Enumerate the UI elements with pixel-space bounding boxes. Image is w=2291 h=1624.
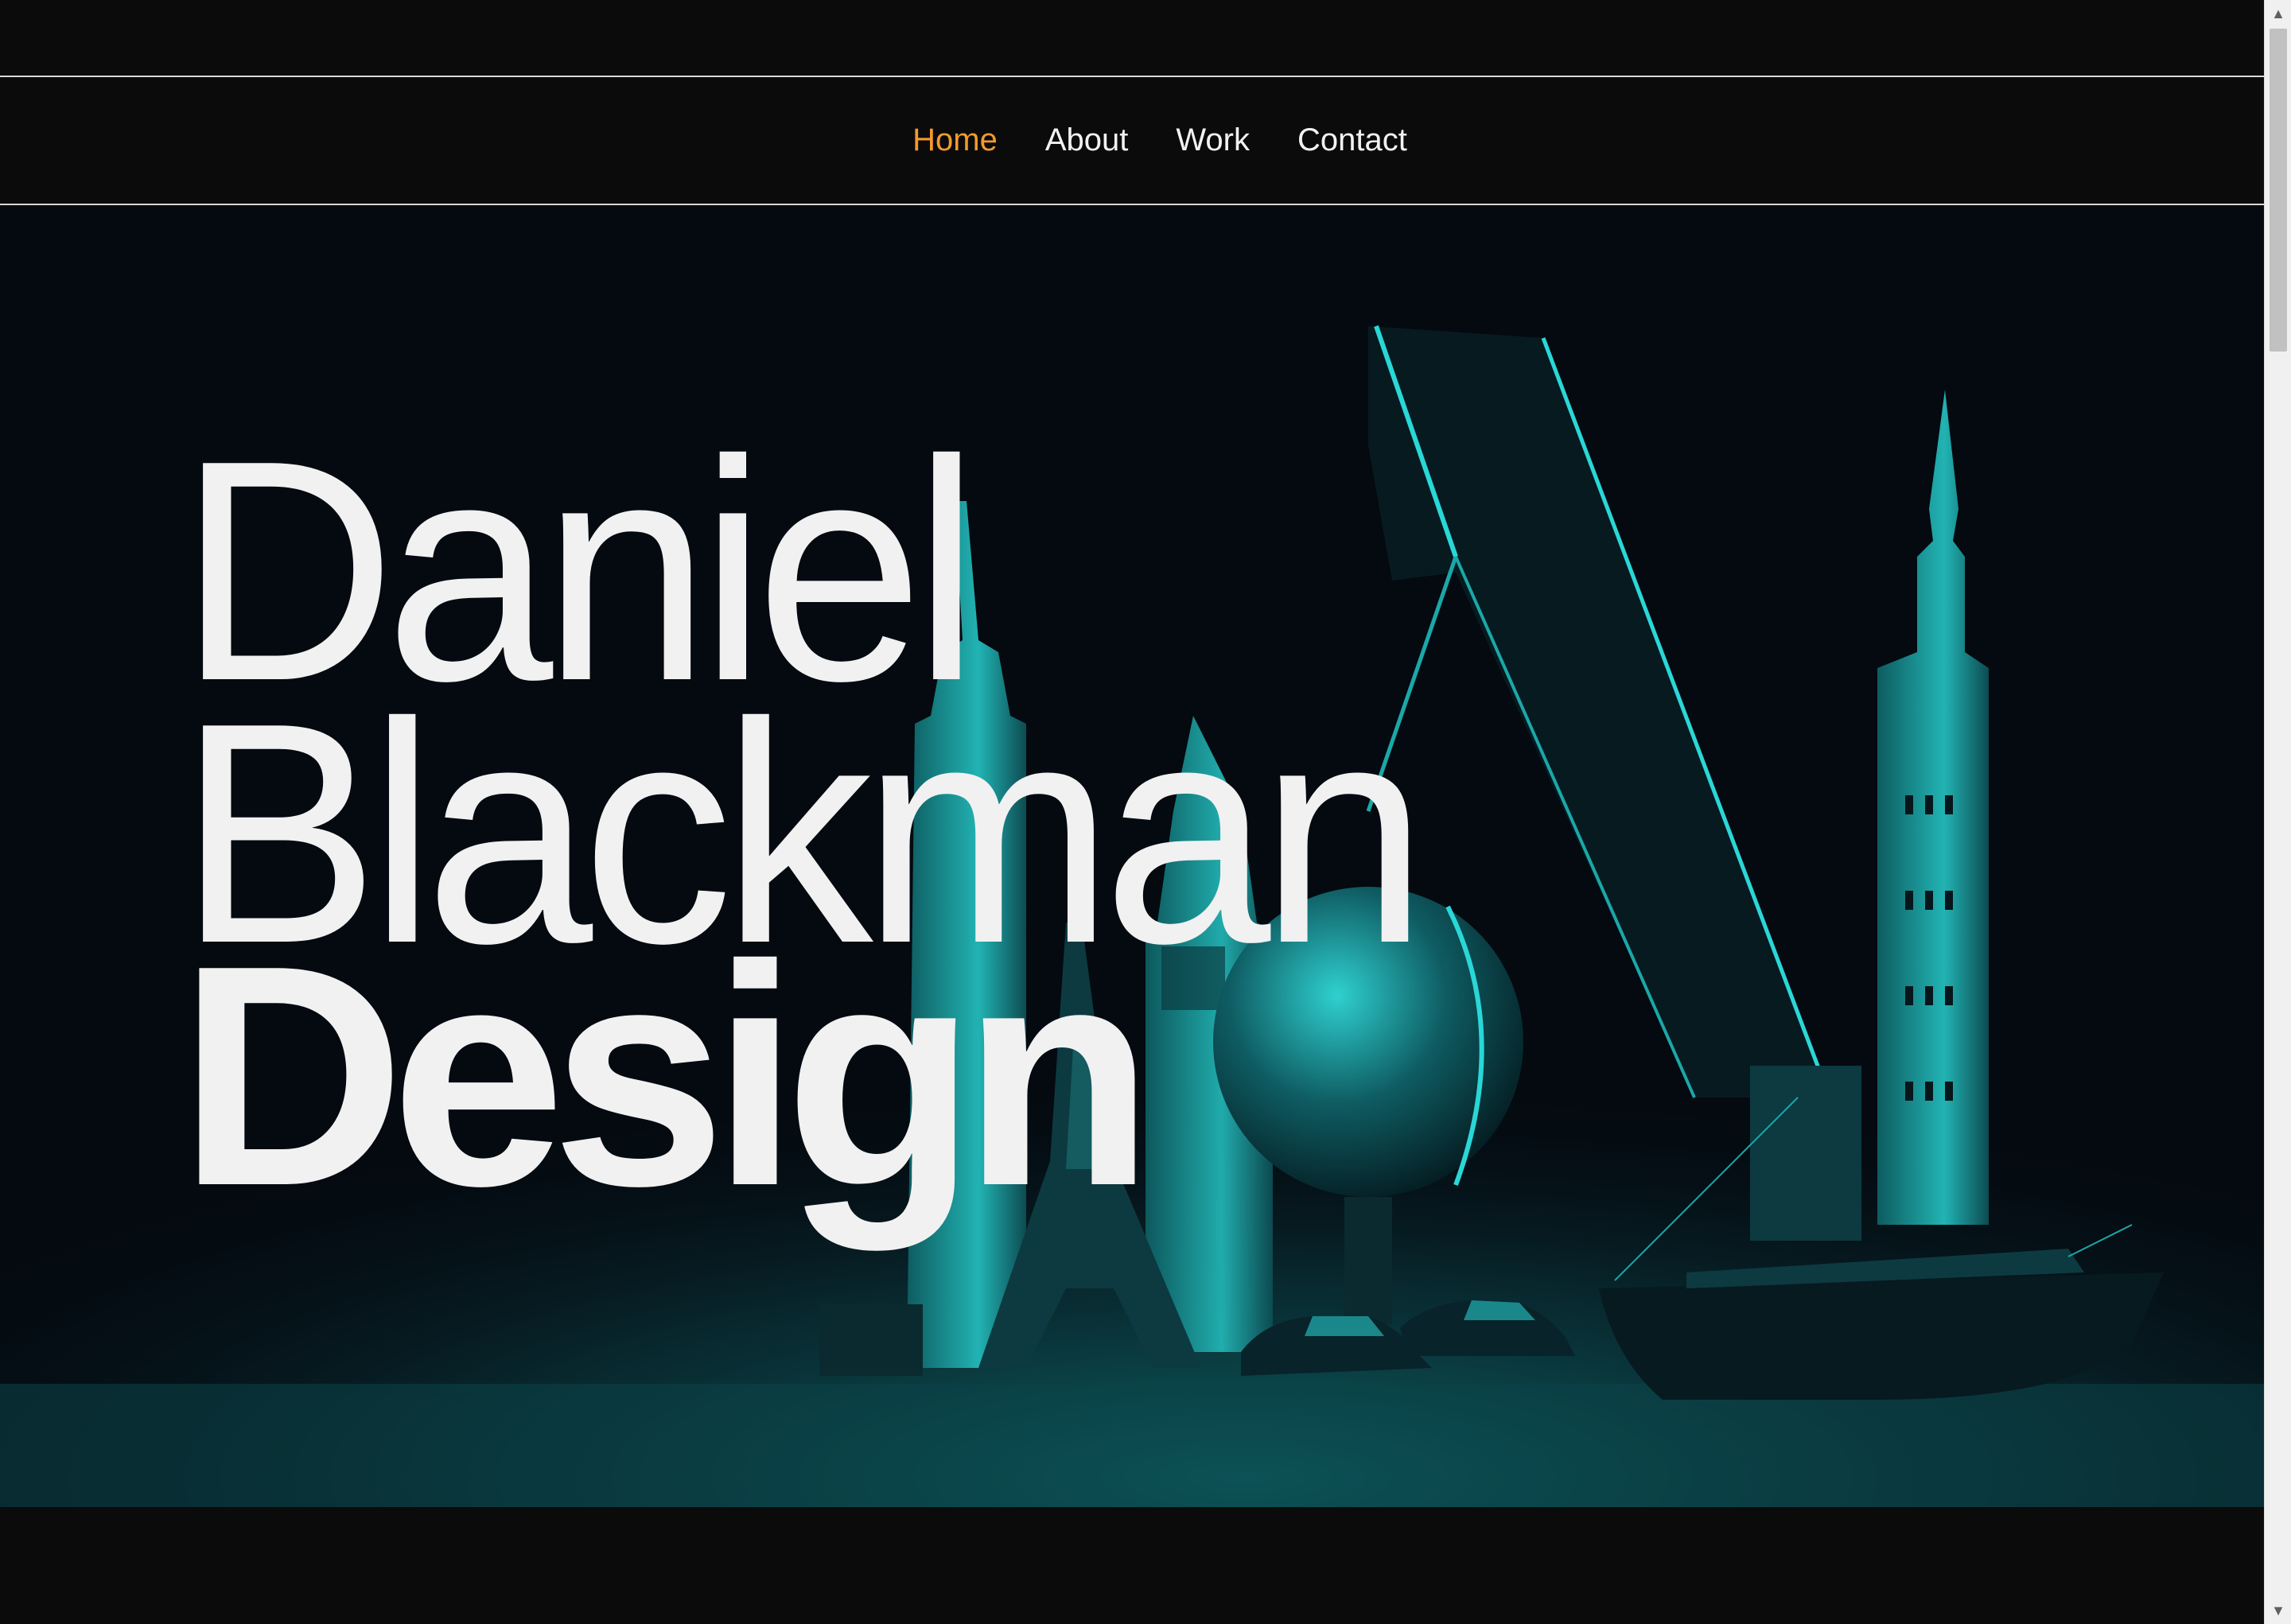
top-strip	[0, 0, 2264, 76]
nav-home-link[interactable]: Home	[912, 122, 998, 158]
hero-section: Daniel Blackman Design	[0, 207, 2264, 1507]
chevron-down-icon[interactable]: ▼	[2265, 1597, 2291, 1624]
chevron-up-icon[interactable]: ▲	[2265, 0, 2291, 27]
scrollbar[interactable]: ▲ ▼	[2264, 0, 2291, 1624]
nav-about-link[interactable]: About	[1045, 122, 1129, 158]
scroll-thumb[interactable]	[2270, 29, 2287, 352]
nav-contact-link[interactable]: Contact	[1297, 122, 1407, 158]
navbar: Home About Work Contact	[0, 76, 2264, 205]
nav-links: Home About Work Contact	[0, 77, 2264, 204]
page-bottom-section	[0, 1507, 2264, 1624]
hero-title-line-3: Design	[178, 899, 1154, 1251]
nav-work-link[interactable]: Work	[1176, 122, 1250, 158]
